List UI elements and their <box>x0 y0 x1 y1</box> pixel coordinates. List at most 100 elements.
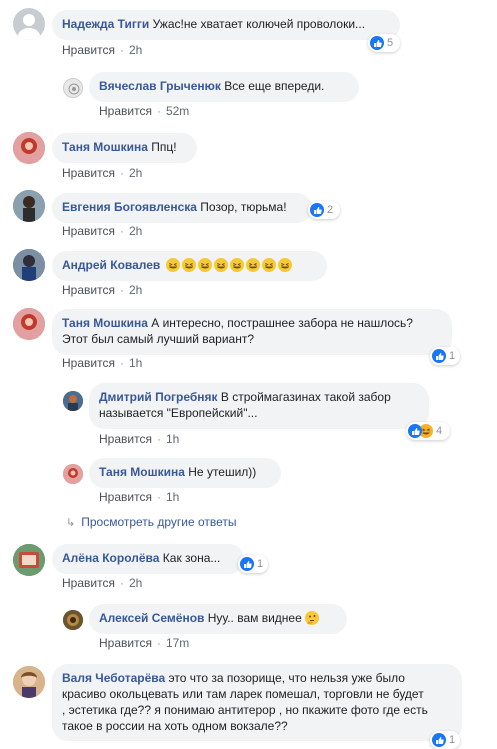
comment-meta: Нравится · 17m <box>99 636 189 650</box>
comment-bubble: Алексей Семёнов Нуу.. вам виднее <box>89 604 347 634</box>
reaction-count[interactable]: 2 <box>308 201 340 219</box>
comment-meta: Нравится · 52m <box>99 104 189 118</box>
comment-text: Не утешил)) <box>188 465 257 479</box>
reaction-number: 1 <box>449 734 456 746</box>
thinking-emoji-icon <box>305 611 320 625</box>
comment-author[interactable]: Андрей Ковалев <box>62 258 160 272</box>
comment-author[interactable]: Надежда Тигги <box>62 17 149 31</box>
reaction-number: 4 <box>436 425 443 437</box>
comment-text: Все еще впереди. <box>224 79 325 93</box>
comment-text: А интересно, пострашнее забора не нашлос… <box>151 316 413 330</box>
comment-author[interactable]: Валя Чеботарёва <box>62 671 165 685</box>
like-link[interactable]: Нравится <box>62 224 115 238</box>
reaction-count[interactable]: 1 <box>430 731 460 749</box>
comment-meta: Нравится · 1h <box>99 432 179 446</box>
comment-line: такое в россии на хоть одном вокзале?? <box>62 719 288 733</box>
comment-line: Этот был самый лучший вариант? <box>62 332 255 346</box>
avatar[interactable] <box>13 190 45 222</box>
reaction-number: 5 <box>387 37 394 49</box>
comment-author[interactable]: Вячеслав Грыченюк <box>99 79 221 93</box>
comment-bubble: Валя Чеботарёва это что за позорище, что… <box>52 664 462 741</box>
like-link[interactable]: Нравится <box>62 356 115 370</box>
laughing-emoji-icon <box>245 258 260 272</box>
avatar[interactable] <box>63 464 83 484</box>
comment-author[interactable]: Таня Мошкина <box>99 465 185 479</box>
laughing-emoji-row <box>165 258 294 272</box>
reaction-count[interactable]: 5 <box>368 34 400 52</box>
timestamp[interactable]: 1h <box>166 490 179 504</box>
comment-meta: Нравится · 2h <box>62 224 142 238</box>
avatar[interactable] <box>13 249 45 281</box>
like-link[interactable]: Нравится <box>99 636 152 650</box>
comment-meta: Нравится · 1h <box>99 490 179 504</box>
comment-author[interactable]: Дмитрий Погребняк <box>99 390 218 404</box>
timestamp[interactable]: 2h <box>129 166 142 180</box>
comment-bubble: Дмитрий Погребняк В строймагазинах такой… <box>89 383 429 429</box>
avatar[interactable] <box>13 544 45 576</box>
comment-text: В строймагазинах такой забор <box>220 390 391 404</box>
like-link[interactable]: Нравится <box>62 283 115 297</box>
comment-bubble: Таня Мошкина А интересно, пострашнее заб… <box>52 309 452 355</box>
timestamp[interactable]: 17m <box>166 636 189 650</box>
reaction-count[interactable]: 1 <box>238 555 268 573</box>
like-link[interactable]: Нравится <box>99 490 152 504</box>
comment-text: это что за позорище, что нельзя уже было <box>168 671 405 685</box>
avatar[interactable] <box>63 78 83 98</box>
comment-meta: Нравится · 2h <box>62 283 142 297</box>
like-icon <box>370 36 384 50</box>
comment-meta: Нравится · 2h <box>62 576 142 590</box>
comment-author[interactable]: Алексей Семёнов <box>99 611 204 625</box>
separator: · <box>119 283 124 297</box>
comment-bubble: Алёна Королёва Как зона... <box>52 544 244 574</box>
avatar[interactable] <box>63 391 83 411</box>
comment-meta: Нравится · 2h <box>62 43 142 57</box>
timestamp[interactable]: 2h <box>129 43 142 57</box>
avatar[interactable] <box>13 666 45 698</box>
comment-author[interactable]: Алёна Королёва <box>62 551 159 565</box>
avatar[interactable] <box>63 610 83 630</box>
comment-author[interactable]: Таня Мошкина <box>62 316 148 330</box>
like-icon <box>408 424 422 438</box>
separator: · <box>119 224 124 238</box>
timestamp[interactable]: 1h <box>166 432 179 446</box>
laughing-emoji-icon <box>261 258 276 272</box>
reaction-number: 1 <box>257 558 264 570</box>
comment-text: Как зона... <box>162 551 221 565</box>
laughing-emoji-icon <box>165 258 180 272</box>
like-link[interactable]: Нравится <box>62 576 115 590</box>
timestamp[interactable]: 1h <box>129 356 142 370</box>
timestamp[interactable]: 2h <box>129 224 142 238</box>
like-icon <box>240 557 254 571</box>
comment-meta: Нравится · 2h <box>62 166 142 180</box>
laughing-emoji-icon <box>213 258 228 272</box>
view-more-replies-label[interactable]: Просмотреть другие ответы <box>81 515 236 529</box>
reaction-count[interactable]: 4 <box>406 422 450 440</box>
avatar[interactable] <box>13 8 45 40</box>
like-link[interactable]: Нравится <box>62 43 115 57</box>
comment-author[interactable]: Таня Мошкина <box>62 140 148 154</box>
separator: · <box>156 636 161 650</box>
separator: · <box>119 43 124 57</box>
laughing-emoji-icon <box>277 258 292 272</box>
avatar[interactable] <box>13 308 45 340</box>
comment-text: Ппц! <box>151 140 177 154</box>
reaction-count[interactable]: 1 <box>430 347 460 365</box>
comment-bubble: Надежда Тигги Ужас!не хватает колючей пр… <box>52 10 400 40</box>
comment-line: Таня Мошкина А интересно, пострашнее заб… <box>62 315 442 331</box>
timestamp[interactable]: 52m <box>166 104 189 118</box>
comment-author[interactable]: Евгения Богоявленска <box>62 200 197 214</box>
like-icon <box>310 203 324 217</box>
timestamp[interactable]: 2h <box>129 576 142 590</box>
comment-meta: Нравится · 1h <box>62 356 142 370</box>
reply-arrow-icon: ↳ <box>66 517 76 529</box>
timestamp[interactable]: 2h <box>129 283 142 297</box>
like-link[interactable]: Нравится <box>62 166 115 180</box>
comment-line: , эстетика где?? я понимаю антитерор , н… <box>62 703 428 717</box>
laughing-emoji-icon <box>181 258 196 272</box>
avatar[interactable] <box>13 132 45 164</box>
like-link[interactable]: Нравится <box>99 104 152 118</box>
separator: · <box>156 432 161 446</box>
view-more-replies-link[interactable]: ↳ Просмотреть другие ответы <box>66 515 237 529</box>
reaction-number: 2 <box>327 204 334 216</box>
like-link[interactable]: Нравится <box>99 432 152 446</box>
